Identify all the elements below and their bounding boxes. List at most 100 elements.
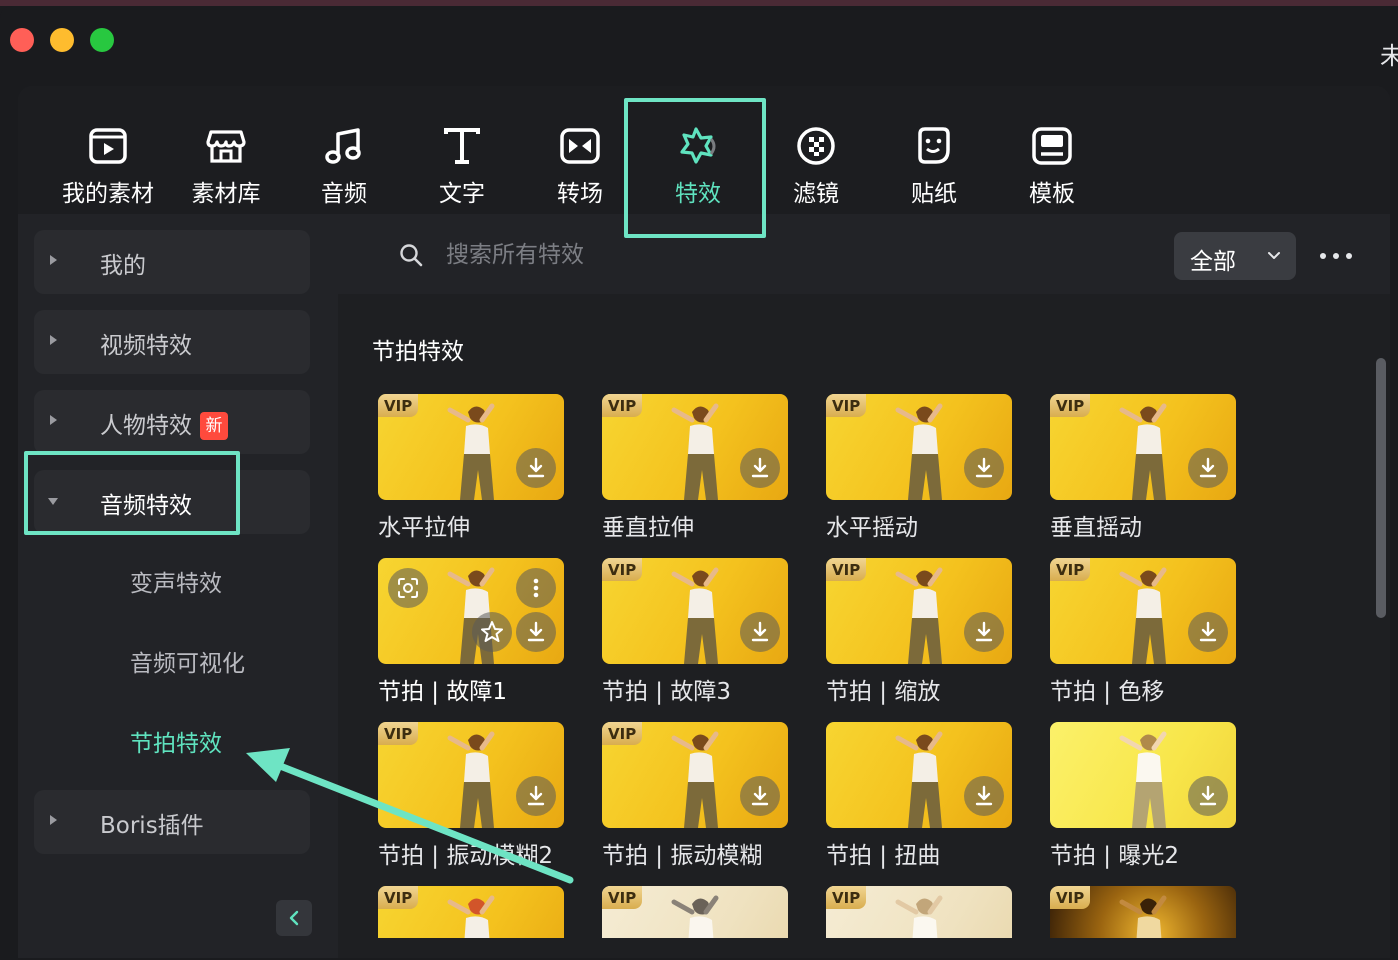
tab-stickers[interactable]: 贴纸	[875, 116, 993, 207]
download-button[interactable]	[740, 612, 780, 652]
favorite-button[interactable]	[472, 612, 512, 652]
tab-label: 音频	[321, 181, 367, 207]
sidebar-subitem-beat-effects[interactable]: 节拍特效	[130, 724, 222, 758]
download-button[interactable]	[740, 776, 780, 816]
transition-icon	[560, 128, 600, 164]
download-button[interactable]	[740, 448, 780, 488]
minimize-window-button[interactable]	[50, 28, 74, 52]
download-button[interactable]	[516, 776, 556, 816]
effect-card[interactable]: VIP	[826, 886, 1012, 938]
dancer-image	[671, 567, 719, 664]
effect-thumbnail: VIP	[602, 886, 788, 938]
download-icon	[751, 785, 769, 806]
caret-down-icon	[48, 498, 58, 505]
effect-thumbnail: VIP	[1050, 558, 1236, 664]
effect-card[interactable]: VIP 水平拉伸	[378, 394, 564, 542]
filter-dropdown[interactable]: 全部	[1174, 232, 1296, 280]
effect-name: 节拍 | 振动模糊2	[378, 843, 554, 869]
dot-icon	[1346, 253, 1352, 259]
effect-name: 节拍 | 故障1	[378, 679, 508, 705]
download-button[interactable]	[516, 448, 556, 488]
effect-card[interactable]: VIP 垂直拉伸	[602, 394, 788, 542]
download-button[interactable]	[1188, 612, 1228, 652]
preview-button[interactable]	[388, 568, 428, 608]
category-tab-bar: 我的素材 素材库 音频 文字 转场 特效 滤镜 贴纸 模板	[18, 86, 1390, 214]
chevron-left-icon	[289, 910, 299, 926]
dot-icon	[1333, 253, 1339, 259]
more-options-button[interactable]	[1316, 242, 1356, 270]
sidebar-subitem-audio-visualizer[interactable]: 音频可视化	[130, 644, 245, 678]
download-button[interactable]	[1188, 776, 1228, 816]
effect-card[interactable]: VIP	[602, 886, 788, 938]
effect-name: 节拍 | 故障3	[602, 679, 732, 705]
vip-badge: VIP	[1050, 558, 1091, 581]
sidebar-item-boris-plugins[interactable]: Boris插件	[34, 790, 310, 854]
tab-templates[interactable]: 模板	[993, 116, 1111, 207]
dancer-image	[1119, 895, 1167, 938]
vip-badge: VIP	[826, 886, 867, 909]
vip-badge: VIP	[1050, 886, 1091, 909]
tab-effects[interactable]: 特效	[639, 116, 757, 207]
search-icon	[400, 244, 423, 267]
effect-card[interactable]: VIP 节拍 | 故障3	[602, 558, 788, 706]
filter-value: 全部	[1190, 249, 1236, 275]
effect-card[interactable]: VIP 节拍 | 振动模糊2	[378, 722, 564, 870]
dancer-image	[895, 403, 943, 500]
vip-badge: VIP	[602, 886, 643, 909]
tab-transitions[interactable]: 转场	[521, 116, 639, 207]
effect-thumbnail: VIP	[378, 722, 564, 828]
effect-name: 节拍 | 曝光2	[1050, 843, 1180, 869]
tab-filters[interactable]: 滤镜	[757, 116, 875, 207]
effect-card[interactable]: 节拍 | 故障1	[378, 558, 564, 706]
new-badge: 新	[200, 412, 228, 440]
effect-card[interactable]: VIP 节拍 | 振动模糊	[602, 722, 788, 870]
sidebar-item-mine[interactable]: 我的	[34, 230, 310, 294]
dancer-image	[447, 731, 495, 828]
close-window-button[interactable]	[10, 28, 34, 52]
maximize-window-button[interactable]	[90, 28, 114, 52]
dot-icon	[1320, 253, 1326, 259]
dancer-image	[1119, 403, 1167, 500]
sidebar-item-person-effects[interactable]: 人物特效新	[34, 390, 310, 454]
effects-star-icon	[680, 127, 716, 164]
tab-my-media[interactable]: 我的素材	[49, 116, 167, 207]
collapse-sidebar-button[interactable]	[276, 900, 312, 936]
tab-audio[interactable]: 音频	[285, 116, 403, 207]
tab-stock-library[interactable]: 素材库	[167, 116, 285, 207]
content-scrollbar[interactable]	[1376, 358, 1386, 618]
tab-label: 贴纸	[911, 181, 957, 207]
effect-card[interactable]: VIP	[1050, 886, 1236, 938]
sidebar-item-video-effects[interactable]: 视频特效	[34, 310, 310, 374]
download-button[interactable]	[964, 612, 1004, 652]
effect-card[interactable]: 节拍 | 扭曲	[826, 722, 1012, 870]
sidebar-item-label-wrap: 人物特效新	[100, 406, 228, 440]
effects-content: 全部 节拍特效 VIP 水平拉伸	[338, 214, 1390, 958]
tab-text[interactable]: 文字	[403, 116, 521, 207]
sticker-icon	[918, 127, 950, 164]
effect-thumbnail	[1050, 722, 1236, 828]
download-icon	[975, 621, 993, 642]
caret-right-icon	[50, 255, 57, 265]
effect-thumbnail: VIP	[378, 886, 564, 938]
card-menu-button[interactable]	[516, 568, 556, 608]
download-button[interactable]	[516, 612, 556, 652]
download-button[interactable]	[964, 776, 1004, 816]
effect-card[interactable]: VIP 垂直摇动	[1050, 394, 1236, 542]
download-button[interactable]	[1188, 448, 1228, 488]
search-input[interactable]	[446, 236, 846, 274]
download-icon	[1199, 457, 1217, 478]
effect-card[interactable]: VIP 节拍 | 色移	[1050, 558, 1236, 706]
effect-card[interactable]: VIP 节拍 | 缩放	[826, 558, 1012, 706]
vip-badge: VIP	[378, 394, 419, 417]
sidebar-subitem-voice-changer[interactable]: 变声特效	[130, 564, 222, 598]
download-button[interactable]	[964, 448, 1004, 488]
caret-right-icon	[50, 815, 57, 825]
effect-card[interactable]: VIP	[378, 886, 564, 938]
effect-card[interactable]: VIP 水平摇动	[826, 394, 1012, 542]
media-icon	[89, 128, 127, 164]
effect-card[interactable]: 节拍 | 曝光2	[1050, 722, 1236, 870]
effect-thumbnail: VIP	[1050, 886, 1236, 938]
download-icon	[527, 457, 545, 478]
sidebar-item-audio-effects[interactable]: 音频特效	[34, 470, 310, 534]
music-note-icon	[325, 128, 361, 164]
